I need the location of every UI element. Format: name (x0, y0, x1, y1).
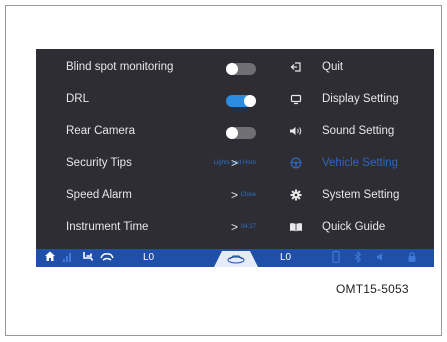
home-icon[interactable] (44, 250, 56, 267)
setting-row-speed-alarm[interactable]: Speed Alarm Close > (36, 181, 284, 213)
figure-code: OMT15-5053 (336, 282, 409, 296)
vehicle-settings-list: Blind spot monitoring DRL Rear Camera Se… (36, 49, 284, 249)
setting-row-blind-spot[interactable]: Blind spot monitoring (36, 53, 284, 85)
setting-label: Rear Camera (66, 125, 136, 137)
gear-icon (289, 189, 303, 203)
menu-label: Sound Setting (322, 125, 395, 137)
blind-spot-toggle[interactable] (226, 63, 256, 75)
right-level-indicator[interactable]: L0 (280, 251, 291, 265)
mute-icon (376, 251, 386, 267)
setting-row-security-tips[interactable]: Security Tips Lights and Horn > (36, 149, 284, 181)
phone-icon (332, 250, 340, 267)
rear-camera-toggle[interactable] (226, 127, 256, 139)
menu-label: System Setting (322, 189, 400, 201)
toggle-knob (226, 127, 238, 139)
drl-toggle[interactable] (226, 95, 256, 107)
setting-row-drl[interactable]: DRL (36, 85, 284, 117)
toggle-knob (226, 63, 238, 75)
chevron-right-icon[interactable]: > (231, 220, 238, 234)
setting-value: 04:27 (240, 224, 256, 230)
chevron-right-icon[interactable]: > (231, 156, 238, 170)
menu-label: Vehicle Setting (322, 157, 399, 169)
menu-label: Display Setting (322, 93, 399, 105)
menu-item-quit[interactable]: Quit (284, 53, 434, 85)
menu-item-quick-guide[interactable]: Quick Guide (284, 213, 434, 245)
setting-value: Close (240, 192, 256, 198)
climate-fan-icon[interactable] (100, 250, 114, 267)
figure-frame: Blind spot monitoring DRL Rear Camera Se… (5, 5, 442, 336)
menu-item-sound-setting[interactable]: Sound Setting (284, 117, 434, 149)
menu-item-display-setting[interactable]: Display Setting (284, 85, 434, 117)
setting-label: Security Tips (66, 157, 132, 169)
setting-label: DRL (66, 93, 90, 105)
setting-label: Blind spot monitoring (66, 61, 174, 73)
infotainment-screen: Blind spot monitoring DRL Rear Camera Se… (36, 49, 434, 267)
setting-row-rear-camera[interactable]: Rear Camera (36, 117, 284, 149)
steering-wheel-icon (289, 157, 303, 171)
menu-label: Quit (322, 61, 344, 73)
chevron-right-icon[interactable]: > (231, 188, 238, 202)
settings-menu: Quit Display Setting Sound Setting Vehic… (284, 49, 434, 249)
status-bar: L0 L0 (36, 249, 434, 267)
book-icon (289, 221, 303, 235)
display-icon (289, 93, 303, 107)
menu-label: Quick Guide (322, 221, 386, 233)
lock-icon (408, 251, 416, 267)
setting-label: Instrument Time (66, 221, 149, 233)
left-level-indicator[interactable]: L0 (143, 251, 154, 265)
menu-item-vehicle-setting[interactable]: Vehicle Setting (284, 149, 434, 181)
speaker-icon (289, 125, 303, 139)
setting-label: Speed Alarm (66, 189, 132, 201)
bluetooth-icon (354, 250, 362, 267)
signal-icon (63, 251, 73, 267)
seat-icon[interactable] (82, 250, 94, 267)
exit-icon (289, 61, 303, 75)
setting-row-instrument-time[interactable]: Instrument Time 04:27 > (36, 213, 284, 245)
toggle-knob (244, 95, 256, 107)
menu-item-system-setting[interactable]: System Setting (284, 181, 434, 213)
center-car-tab[interactable] (214, 249, 258, 267)
